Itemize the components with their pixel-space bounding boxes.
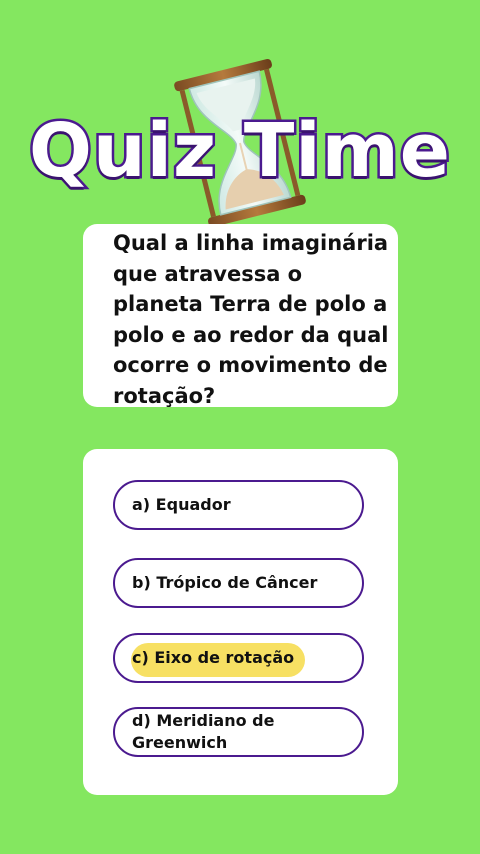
question-text: Qual a linha imaginária que atravessa o …: [113, 231, 389, 408]
option-c-label: c) Eixo de rotação: [132, 648, 295, 667]
option-a-label: a) Equador: [132, 495, 231, 514]
option-b-button[interactable]: b) Trópico de Câncer: [113, 558, 364, 608]
option-c-button[interactable]: c) Eixo de rotação: [113, 633, 364, 683]
option-a-button[interactable]: a) Equador: [113, 480, 364, 530]
answers-card: a) Equador b) Trópico de Câncer c) Eixo …: [83, 449, 398, 795]
option-b-label: b) Trópico de Câncer: [132, 573, 318, 592]
option-d-button[interactable]: d) Meridiano de Greenwich: [113, 707, 364, 757]
quiz-title: Quiz Time: [27, 106, 453, 197]
question-card: Qual a linha imaginária que atravessa o …: [83, 224, 398, 408]
option-d-label: d) Meridiano de Greenwich: [132, 711, 275, 752]
